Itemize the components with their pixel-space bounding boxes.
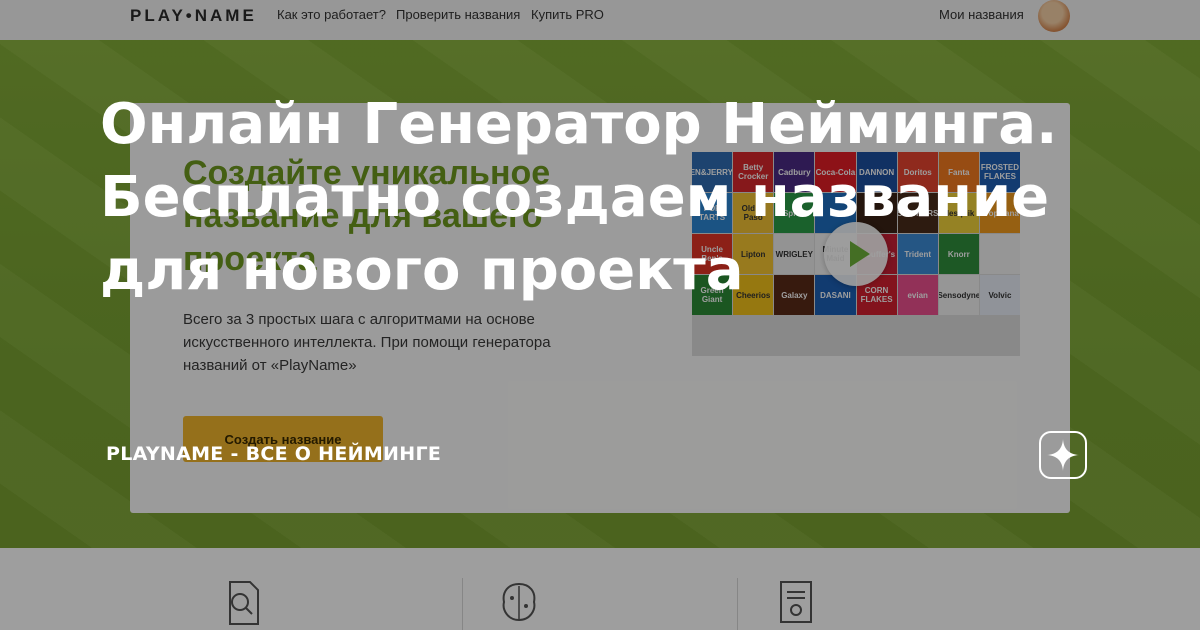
zen-star-icon[interactable]: [1039, 431, 1087, 479]
article-headline: Онлайн Генератор Нейминга. Бесплатно соз…: [100, 88, 1120, 307]
channel-name[interactable]: PLAYNAME - ВСЕ О НЕЙМИНГЕ: [106, 443, 441, 465]
headline-line: Бесплатно создаем название: [100, 165, 1050, 230]
headline-line: Онлайн Генератор Нейминга.: [100, 92, 1058, 157]
headline-line: для нового проекта: [100, 238, 744, 303]
